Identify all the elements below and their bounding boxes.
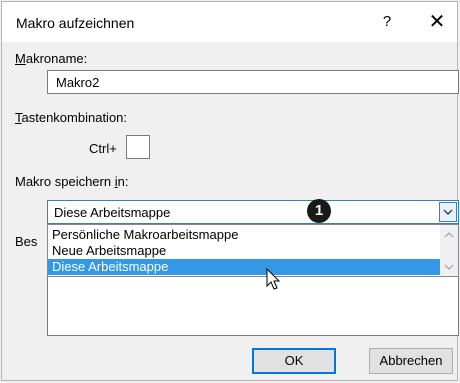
mouse-pointer-icon bbox=[266, 268, 282, 292]
macro-name-value: Makro2 bbox=[56, 75, 99, 90]
scroll-up-icon[interactable] bbox=[444, 231, 454, 239]
dropdown-option-personal[interactable]: Persönliche Makroarbeitsmappe bbox=[48, 227, 440, 243]
store-in-label: Makro speichern in: bbox=[15, 174, 128, 189]
shortcut-key-input[interactable] bbox=[126, 135, 150, 159]
close-button[interactable]: ✕ bbox=[422, 8, 452, 36]
callout-badge: 1 bbox=[307, 199, 331, 223]
record-macro-dialog: Makro aufzeichnen ? ✕ Makroname: Makro2 … bbox=[1, 1, 458, 381]
cancel-button[interactable]: Abbrechen bbox=[369, 348, 453, 374]
description-label: Bes bbox=[15, 234, 37, 249]
dropdown-toggle-button[interactable] bbox=[439, 202, 457, 222]
title-bar: Makro aufzeichnen ? ✕ bbox=[2, 2, 457, 42]
store-in-dropdown-list: Persönliche Makroarbeitsmappe Neue Arbei… bbox=[47, 224, 459, 277]
chevron-down-icon bbox=[443, 208, 453, 216]
ok-button[interactable]: OK bbox=[252, 348, 336, 374]
shortcut-label: Tastenkombination: bbox=[15, 110, 127, 125]
shortcut-prefix: Ctrl+ bbox=[89, 141, 117, 156]
dropdown-option-this[interactable]: Diese Arbeitsmappe bbox=[48, 259, 440, 275]
macro-name-label: Makroname: bbox=[15, 51, 87, 66]
store-in-combobox[interactable]: Diese Arbeitsmappe bbox=[47, 200, 459, 224]
store-in-selected: Diese Arbeitsmappe bbox=[54, 205, 170, 220]
dropdown-option-new[interactable]: Neue Arbeitsmappe bbox=[48, 243, 440, 259]
help-button[interactable]: ? bbox=[375, 10, 399, 34]
dialog-title: Makro aufzeichnen bbox=[16, 15, 134, 31]
macro-name-input[interactable]: Makro2 bbox=[47, 70, 459, 94]
scroll-down-icon[interactable] bbox=[444, 263, 454, 271]
dropdown-scrollbar[interactable] bbox=[440, 225, 458, 276]
